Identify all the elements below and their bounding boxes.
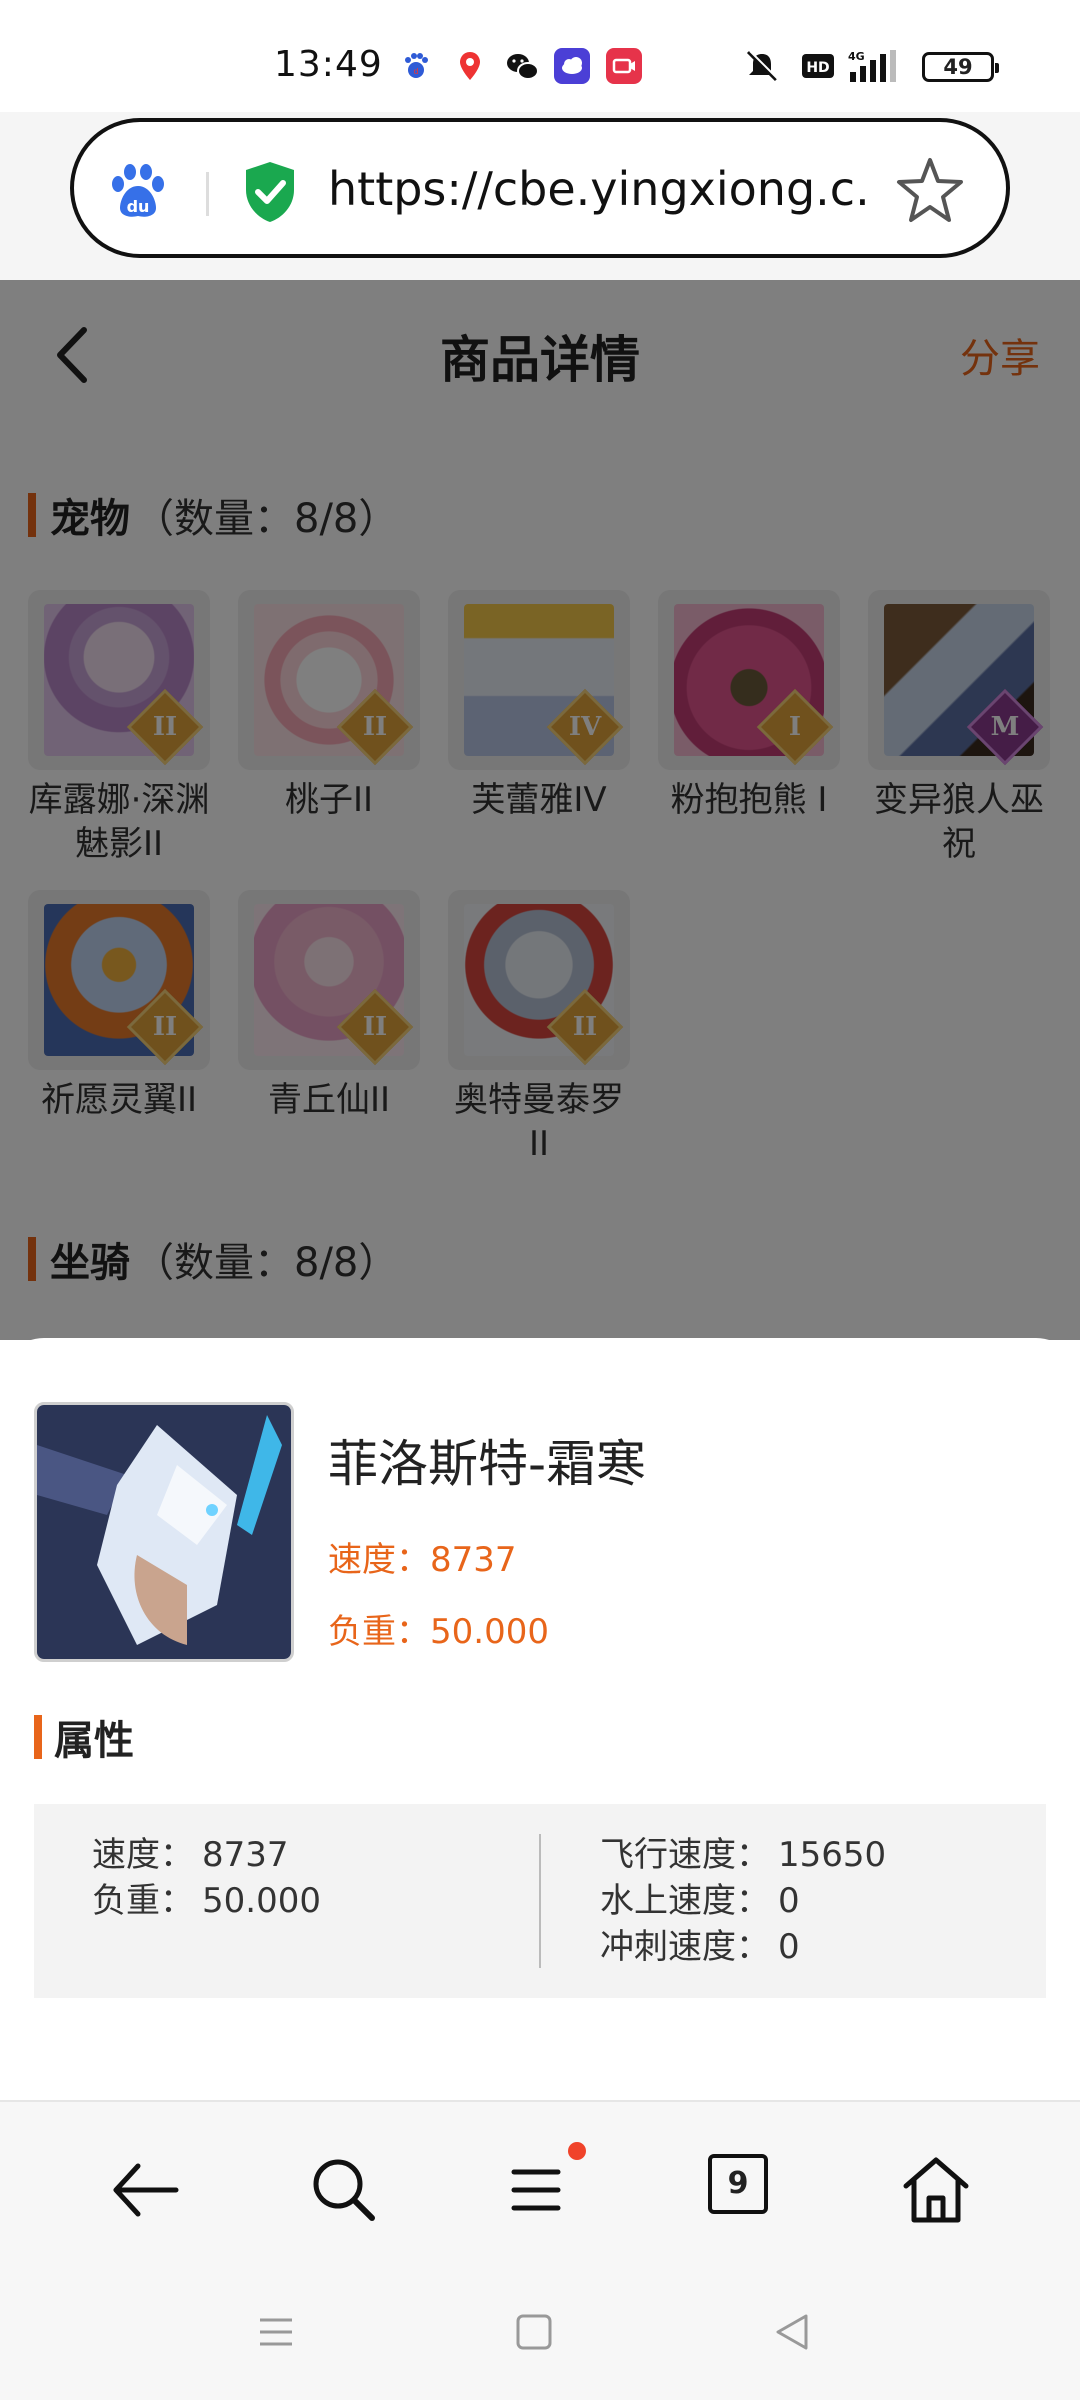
attributes-right-column: 飞行速度： 15650 水上速度： 0 冲刺速度： 0 (600, 1832, 886, 1970)
tabs-icon[interactable]: 9 (708, 2154, 768, 2214)
status-bar: 13:49 d HD 4G 49 (0, 0, 1080, 112)
security-shield-icon[interactable] (242, 160, 298, 224)
attributes-divider (539, 1834, 541, 1968)
svg-text:HD: HD (806, 60, 829, 76)
cloud-app-notification-icon (554, 48, 590, 84)
screen-record-notification-icon (606, 48, 642, 84)
attributes-panel: 速度： 8737 负重： 50.000 飞行速度： 15650 水上速度： 0 冲刺速度… (34, 1804, 1046, 1998)
speed-value: 8737 (430, 1540, 517, 1580)
load-label: 负重： (328, 1612, 430, 1652)
menu-notification-dot (568, 2142, 586, 2160)
section-accent-bar (34, 1715, 42, 1759)
url-text[interactable]: https://cbe.yingxiong.c... (328, 162, 868, 216)
browser-toolbar: 9 (0, 2100, 1080, 2268)
svg-text:d: d (413, 67, 418, 76)
mount-name: 菲洛斯特-霜寒 (328, 1435, 647, 1493)
attribute-row: 负重： 50.000 (92, 1881, 321, 1921)
baidu-paw-icon[interactable]: du (108, 164, 168, 220)
tab-count: 9 (727, 2166, 749, 2201)
attribute-row: 速度： 8737 (92, 1835, 289, 1875)
attribute-row: 水上速度： 0 (600, 1881, 800, 1921)
recents-icon[interactable] (252, 2308, 300, 2356)
attributes-title: 属性 (34, 1708, 134, 1766)
back-arrow-icon[interactable] (106, 2150, 186, 2230)
bookmark-star-icon[interactable] (894, 154, 966, 226)
address-separator (206, 172, 209, 216)
status-time: 13:49 (274, 44, 383, 85)
attributes-left-column: 速度： 8737 负重： 50.000 (92, 1832, 321, 1924)
modal-backdrop[interactable] (0, 280, 1080, 1340)
map-notification-icon (452, 48, 488, 84)
mute-icon (742, 48, 779, 84)
svg-text:4G: 4G (848, 50, 865, 63)
browser-address-area: du https://cbe.yingxiong.c... (0, 112, 1080, 280)
mount-speed: 速度：8737 (328, 1532, 517, 1581)
mount-detail-sheet: 菲洛斯特-霜寒 速度：8737 负重：50.000 属性 速度： 8737 负重：… (0, 1338, 1080, 2100)
battery-level: 49 (943, 55, 973, 79)
attribute-row: 飞行速度： 15650 (600, 1835, 887, 1875)
mount-image (34, 1402, 294, 1662)
home-square-icon[interactable] (510, 2308, 558, 2356)
speed-label: 速度： (328, 1540, 430, 1580)
search-icon[interactable] (304, 2150, 384, 2230)
svg-text:du: du (127, 197, 150, 216)
baidu-notification-icon: d (398, 48, 434, 84)
back-triangle-icon[interactable] (768, 2308, 816, 2356)
load-value: 50.000 (430, 1612, 549, 1652)
signal-icon: 4G (846, 48, 906, 84)
home-icon[interactable] (896, 2150, 976, 2230)
address-bar[interactable]: du https://cbe.yingxiong.c... (70, 118, 1010, 258)
system-navigation-bar (0, 2268, 1080, 2400)
battery-indicator: 49 (922, 52, 999, 82)
hd-icon: HD (800, 48, 836, 84)
attribute-row: 冲刺速度： 0 (600, 1927, 800, 1967)
wechat-notification-icon (504, 48, 540, 84)
mount-load: 负重：50.000 (328, 1604, 549, 1653)
menu-icon[interactable] (498, 2150, 578, 2230)
